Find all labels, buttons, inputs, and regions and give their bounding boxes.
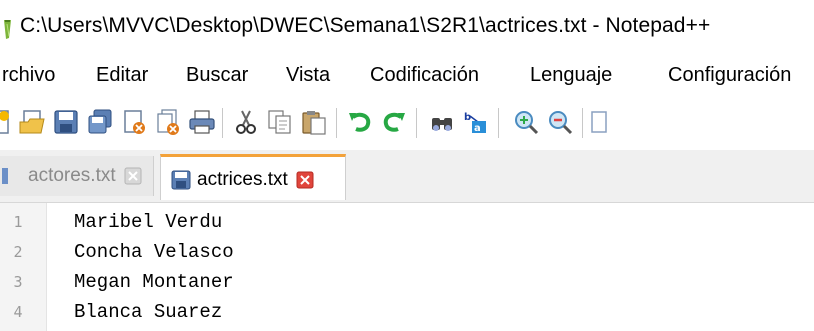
find-icon[interactable]: [428, 108, 456, 136]
toolbar-separator: [582, 108, 583, 138]
tab-file-icon: [2, 168, 8, 184]
zoom-in-icon[interactable]: [512, 108, 540, 136]
editor-area[interactable]: 1 Maribel Verdu 2 Concha Velasco 3 Megan…: [0, 203, 814, 331]
close-all-icon[interactable]: [154, 108, 182, 136]
line-text: Megan Montaner: [74, 271, 234, 293]
tab-close-icon[interactable]: [296, 171, 314, 189]
tab-label: actores.txt: [28, 165, 116, 186]
notepad-plus-plus-window: C:\Users\MVVC\Desktop\DWEC\Semana1\S2R1\…: [0, 0, 814, 331]
tab-saved-icon: [171, 170, 191, 189]
menu-lenguaje[interactable]: Lenguaje: [530, 64, 612, 87]
menu-bar: rchivo Editar Buscar Vista Codificación …: [0, 56, 814, 96]
notepadpp-app-icon: [4, 20, 11, 39]
editor-line[interactable]: 1 Maribel Verdu: [0, 209, 814, 235]
tab-bar: actores.txt actrices.txt: [0, 150, 814, 203]
line-text: Concha Velasco: [74, 241, 234, 263]
menu-vista[interactable]: Vista: [286, 64, 330, 87]
close-file-icon[interactable]: [120, 108, 148, 136]
sync-scroll-icon[interactable]: [590, 108, 618, 136]
save-icon[interactable]: [52, 108, 80, 136]
copy-icon[interactable]: [266, 108, 294, 136]
replace-icon[interactable]: b a: [462, 108, 490, 136]
tab-actrices[interactable]: actrices.txt: [160, 154, 346, 200]
toolbar-separator: [416, 108, 417, 138]
line-number: 4: [13, 303, 23, 321]
print-icon[interactable]: [188, 108, 216, 136]
line-number: 3: [13, 273, 23, 291]
svg-text:b: b: [464, 112, 471, 123]
zoom-out-icon[interactable]: [546, 108, 574, 136]
line-text: Blanca Suarez: [74, 301, 223, 323]
svg-text:a: a: [474, 123, 481, 134]
line-text: Maribel Verdu: [74, 211, 223, 233]
window-title: C:\Users\MVVC\Desktop\DWEC\Semana1\S2R1\…: [20, 14, 711, 37]
menu-archivo[interactable]: rchivo: [2, 64, 55, 87]
tab-close-icon[interactable]: [124, 167, 142, 185]
menu-buscar[interactable]: Buscar: [186, 64, 248, 87]
undo-icon[interactable]: [346, 108, 374, 136]
tab-actores[interactable]: actores.txt: [0, 156, 154, 196]
menu-editar[interactable]: Editar: [96, 64, 148, 87]
open-file-icon[interactable]: [18, 108, 46, 136]
save-all-icon[interactable]: [86, 108, 114, 136]
menu-configuracion[interactable]: Configuración: [668, 64, 791, 87]
editor-line[interactable]: 3 Megan Montaner: [0, 269, 814, 295]
redo-icon[interactable]: [380, 108, 408, 136]
cut-icon[interactable]: [232, 108, 260, 136]
toolbar-separator: [336, 108, 337, 138]
toolbar-separator: [498, 108, 499, 138]
editor-line[interactable]: 2 Concha Velasco: [0, 239, 814, 265]
line-number: 2: [13, 243, 23, 261]
toolbar: b a: [0, 96, 814, 150]
new-file-icon[interactable]: [0, 108, 14, 136]
tab-label: actrices.txt: [197, 168, 288, 190]
editor-line[interactable]: 4 Blanca Suarez: [0, 299, 814, 325]
paste-icon[interactable]: [300, 108, 328, 136]
line-number: 1: [13, 213, 23, 231]
title-bar: C:\Users\MVVC\Desktop\DWEC\Semana1\S2R1\…: [0, 0, 814, 56]
menu-codificacion[interactable]: Codificación: [370, 64, 479, 87]
toolbar-separator: [222, 108, 223, 138]
